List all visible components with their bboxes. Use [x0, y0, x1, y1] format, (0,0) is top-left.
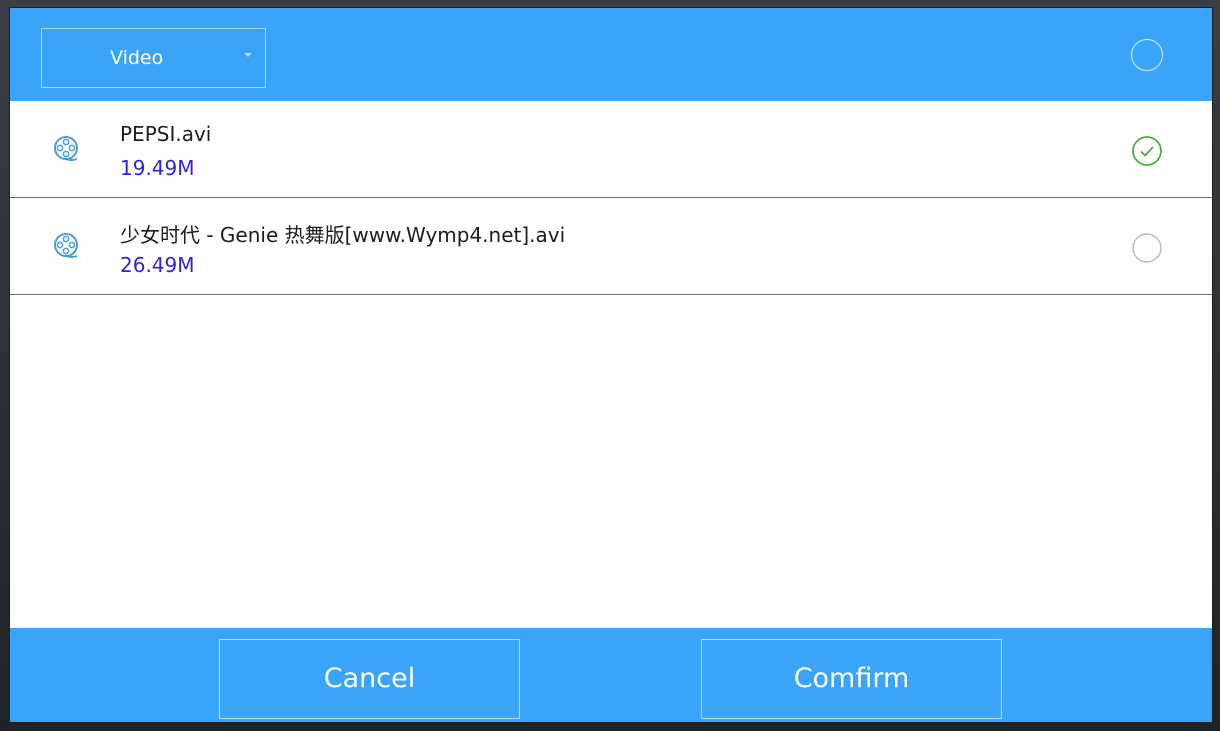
- empty-circle-icon[interactable]: [1131, 232, 1163, 264]
- file-name: 少女时代 - Genie 热舞版[www.Wymp4.net].avi: [120, 223, 566, 247]
- check-circle-icon[interactable]: [1131, 135, 1163, 167]
- video-reel-icon: [54, 136, 78, 161]
- select-all-checkbox[interactable]: [1131, 39, 1163, 71]
- file-type-value: Video: [110, 47, 164, 69]
- dropdown-caret-icon: [244, 53, 252, 57]
- dialog-footer: Cancel Comfirm: [10, 628, 1212, 722]
- file-size: 26.49M: [120, 253, 195, 277]
- dialog-header: Video: [10, 8, 1212, 101]
- file-picker-dialog: Video PEPSI.avi 19.49M 少女时代 - Genie 热舞版[…: [10, 8, 1212, 722]
- confirm-button[interactable]: Comfirm: [701, 639, 1002, 719]
- file-type-dropdown[interactable]: Video: [41, 28, 266, 88]
- cancel-button[interactable]: Cancel: [219, 639, 520, 719]
- file-list-item[interactable]: PEPSI.avi 19.49M: [10, 101, 1212, 198]
- file-list-item[interactable]: 少女时代 - Genie 热舞版[www.Wymp4.net].avi 26.4…: [10, 198, 1212, 295]
- video-reel-icon: [54, 233, 78, 258]
- file-name: PEPSI.avi: [120, 122, 212, 146]
- file-size: 19.49M: [120, 156, 195, 180]
